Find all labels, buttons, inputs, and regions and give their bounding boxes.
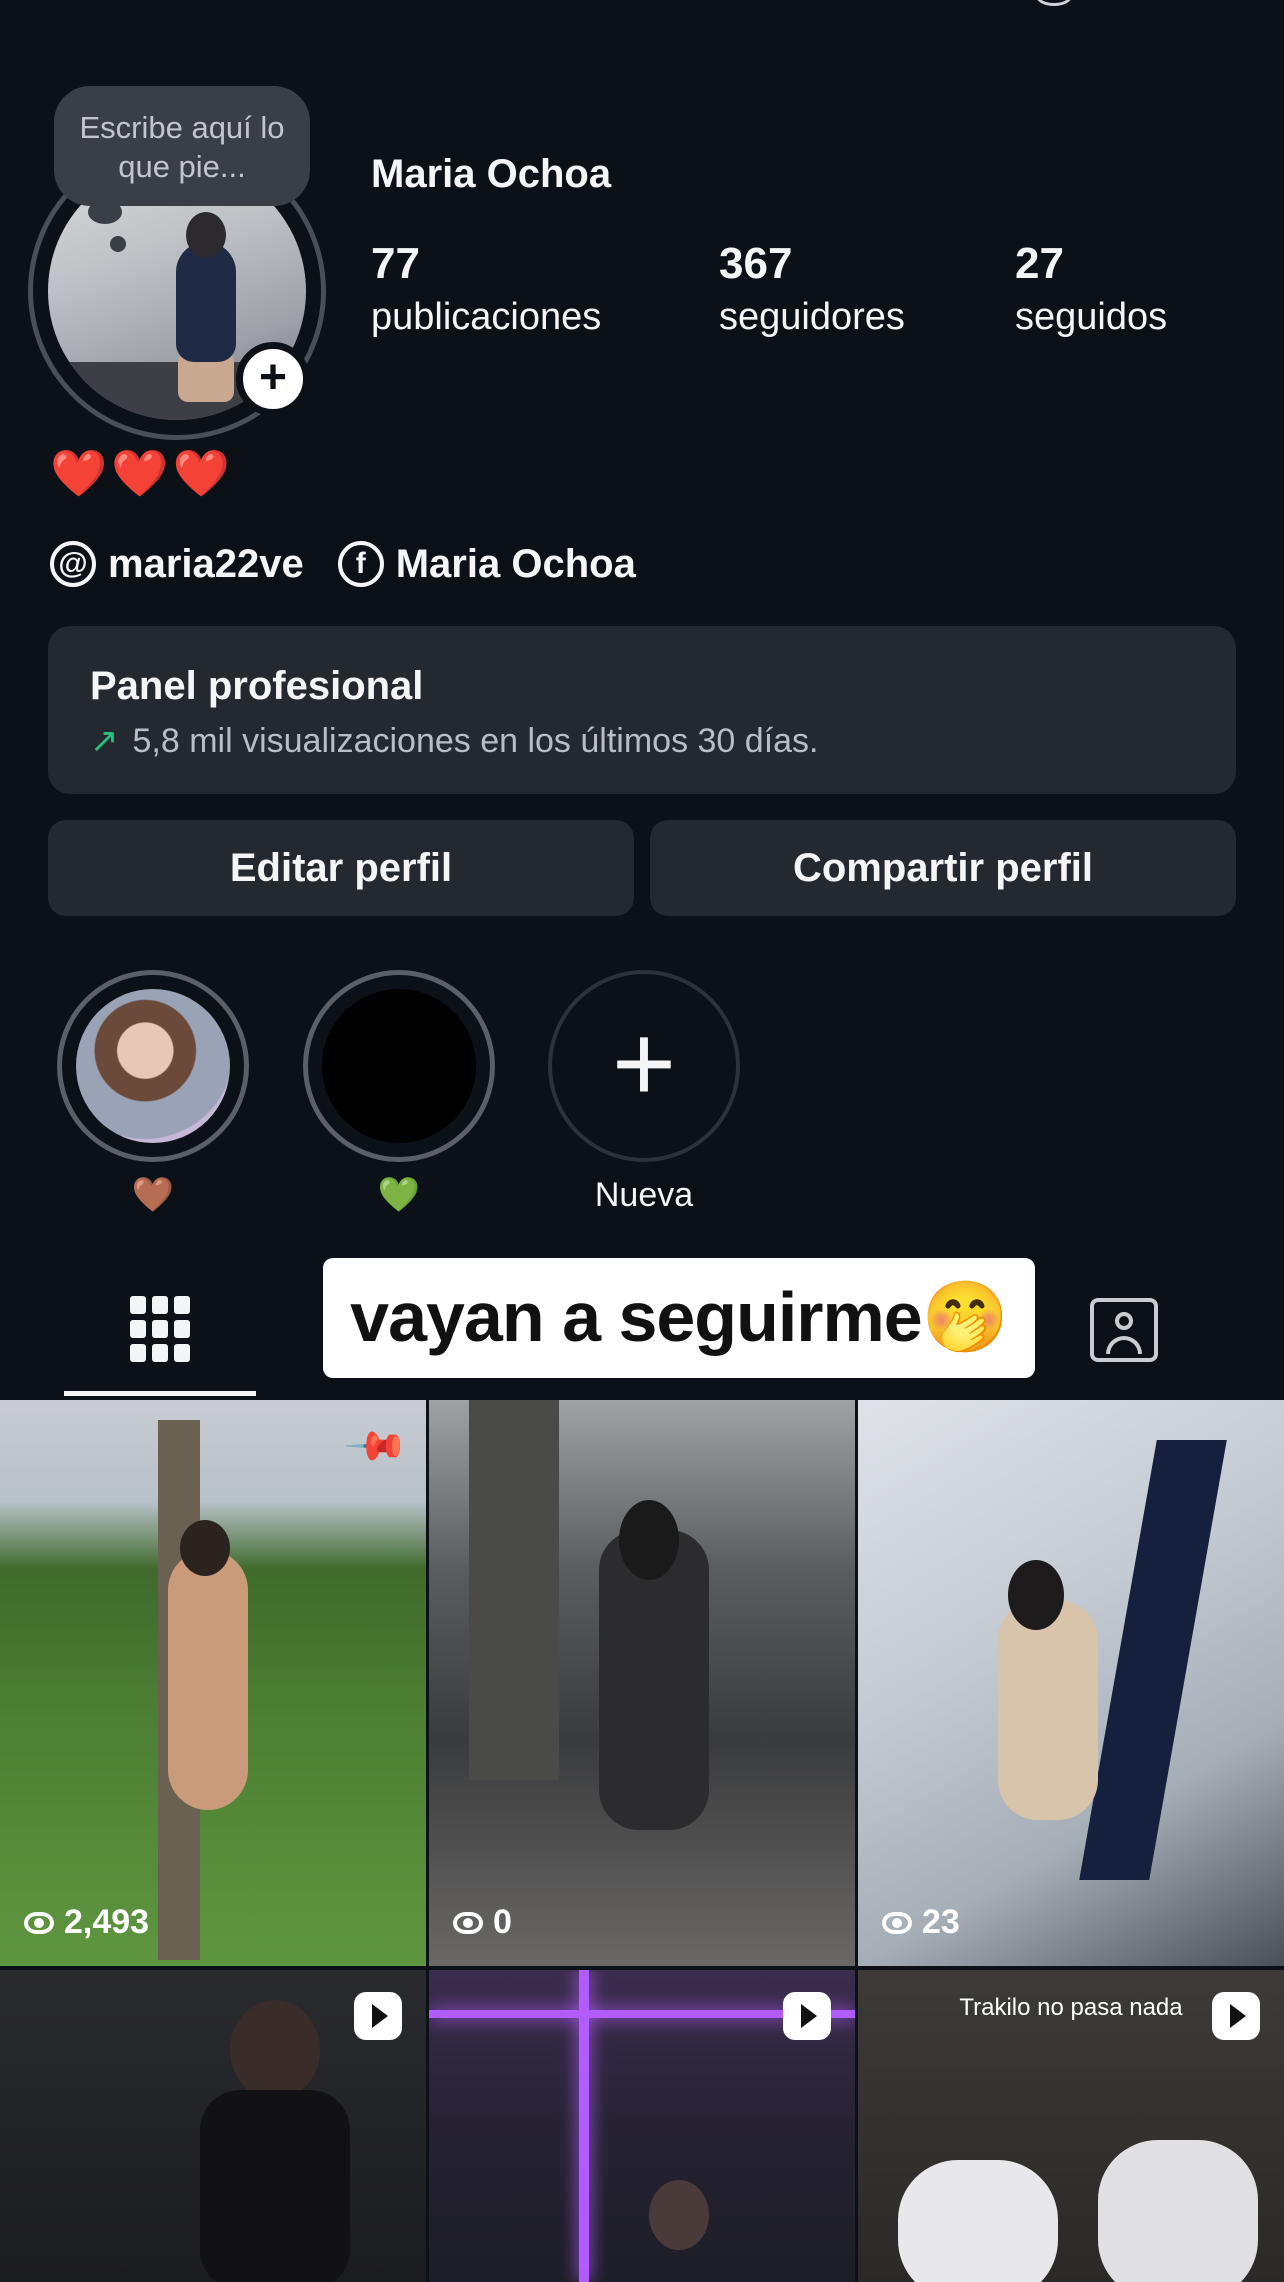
highlight-label: 💚 — [377, 1176, 421, 1214]
tagged-icon[interactable] — [1090, 1298, 1158, 1362]
threads-icon: @ — [50, 541, 96, 587]
add-story-button[interactable]: + — [236, 342, 310, 416]
new-highlight-button[interactable]: + Nueva — [548, 970, 740, 1220]
stat-posts-value: 77 — [371, 239, 420, 288]
plus-icon: + — [611, 1002, 677, 1125]
post-views-count: 0 — [493, 1903, 512, 1941]
reel-icon — [783, 1992, 831, 2040]
share-profile-button[interactable]: Compartir perfil — [650, 820, 1236, 916]
post-tile[interactable]: 23 — [858, 1400, 1284, 1966]
facebook-icon: f — [337, 541, 384, 587]
stat-posts[interactable]: 77 publicaciones — [371, 236, 601, 342]
pro-panel-subtitle-row: ↗ 5,8 mil visualizaciones en los últimos… — [90, 721, 1236, 761]
highlight-label: 🤎 — [131, 1176, 175, 1214]
post-tile[interactable] — [429, 1970, 855, 2282]
stat-posts-label: publicaciones — [371, 296, 602, 338]
highlight-ring — [303, 970, 495, 1162]
highlight-ring — [57, 970, 249, 1162]
note-bubble-tail-dot — [110, 236, 126, 252]
eye-icon — [882, 1911, 912, 1934]
post-tile[interactable]: 📌 2,493 — [0, 1400, 426, 1966]
threads-link[interactable]: @ maria22ve — [50, 541, 304, 587]
facebook-link[interactable]: f Maria Ochoa — [337, 541, 636, 587]
professional-dashboard[interactable]: Panel profesional ↗ 5,8 mil visualizacio… — [48, 626, 1236, 794]
stat-followers[interactable]: 367 seguidores — [719, 236, 905, 342]
stat-followers-value: 367 — [719, 239, 793, 288]
threads-link-label: maria22ve — [108, 541, 304, 586]
post-tile[interactable]: Trakilo no pasa nada — [858, 1970, 1284, 2282]
pro-panel-title: Panel profesional — [90, 664, 424, 708]
bio-hearts: ❤️❤️❤️ — [50, 447, 234, 499]
stat-following-value: 27 — [1015, 239, 1064, 288]
pro-panel-subtitle: 5,8 mil visualizaciones en los últimos 3… — [132, 721, 819, 760]
note-bubble[interactable]: Escribe aquí lo que pie... — [54, 86, 310, 206]
edit-profile-button[interactable]: Editar perfil — [48, 820, 634, 916]
new-highlight-ring: + — [548, 970, 740, 1162]
new-highlight-label: Nueva — [594, 1176, 694, 1214]
eye-icon — [453, 1911, 483, 1934]
pin-icon: 📌 — [343, 1413, 410, 1480]
highlight-item[interactable]: 🤎 — [57, 970, 249, 1220]
grid-icon[interactable] — [130, 1296, 190, 1362]
highlight-cover — [322, 989, 476, 1143]
active-tab-indicator — [64, 1391, 256, 1396]
reel-icon — [354, 1992, 402, 2040]
highlight-cover — [76, 989, 230, 1143]
post-views-count: 2,493 — [64, 1903, 150, 1941]
highlight-item[interactable]: 💚 — [303, 970, 495, 1220]
profile-name: Maria Ochoa — [371, 152, 612, 196]
post-views: 23 — [882, 1903, 960, 1942]
caption-banner: vayan a seguirme🤭 — [323, 1258, 1035, 1378]
profile-links: @ maria22ve f Maria Ochoa — [50, 534, 656, 594]
post-views: 2,493 — [24, 1903, 149, 1942]
stat-followers-label: seguidores — [719, 296, 905, 338]
status-indicator — [1036, 0, 1072, 6]
stat-following-label: seguidos — [1015, 296, 1168, 338]
post-tile[interactable] — [0, 1970, 426, 2282]
note-bubble-tail — [88, 200, 122, 224]
post-views: 0 — [453, 1903, 512, 1942]
trend-up-icon: ↗ — [90, 722, 119, 760]
reel-icon — [1212, 1992, 1260, 2040]
post-views-count: 23 — [922, 1903, 960, 1941]
post-tile[interactable]: 0 — [429, 1400, 855, 1966]
eye-icon — [24, 1911, 54, 1934]
stat-following[interactable]: 27 seguidos — [1015, 236, 1167, 342]
facebook-link-label: Maria Ochoa — [395, 541, 636, 586]
